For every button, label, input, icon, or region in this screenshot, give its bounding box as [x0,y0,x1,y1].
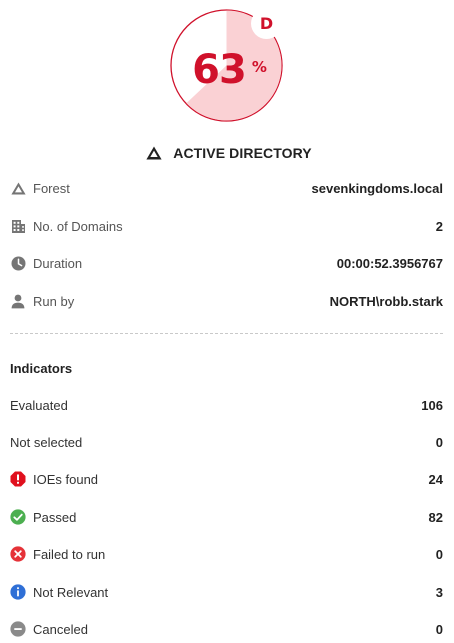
passed-label: Passed [33,509,77,525]
indicator-row-not-relevant: Not Relevant 3 [10,582,443,602]
failed-to-run-value: 0 [435,546,443,562]
forest-label: Forest [33,180,70,196]
not-selected-value: 0 [435,434,443,450]
section-title-text: ACTIVE DIRECTORY [173,145,312,161]
passed-value: 82 [428,509,443,525]
indicator-row-failed-to-run: Failed to run 0 [10,544,443,564]
domains-value: 2 [435,218,443,234]
run-by-label: Run by [33,293,75,309]
minus-circle-icon [10,621,26,637]
building-icon [10,218,26,234]
not-relevant-label: Not Relevant [33,584,109,600]
canceled-value: 0 [435,621,443,637]
indicator-row-evaluated: Evaluated 106 [10,395,443,415]
error-octagon-icon [10,471,26,487]
indicator-row-passed: Passed 82 [10,507,443,527]
score-number: 63 [192,46,247,93]
clock-icon [10,255,26,271]
evaluated-value: 106 [421,397,443,413]
not-selected-label: Not selected [10,434,83,450]
x-circle-icon [10,546,26,562]
indicators-heading: Indicators [10,360,73,376]
canceled-label: Canceled [33,621,88,637]
forest-value: sevenkingdoms.local [311,180,444,196]
indicator-row-not-selected: Not selected 0 [10,432,443,452]
grade-badge: D [251,8,282,39]
duration-value: 00:00:52.3956767 [336,255,443,271]
failed-to-run-label: Failed to run [33,546,106,562]
ioes-found-value: 24 [428,471,443,487]
duration-label: Duration [33,255,83,271]
info-row-duration: Duration 00:00:52.3956767 [10,253,443,273]
domains-label: No. of Domains [33,218,123,234]
section-divider [10,333,443,334]
info-row-run-by: Run by NORTH\robb.stark [10,291,443,311]
ioes-found-label: IOEs found [33,471,99,487]
score-unit: % [251,57,267,76]
warning-triangle-icon [146,146,162,160]
check-circle-icon [10,509,26,525]
info-circle-icon [10,584,26,600]
indicator-row-ioes-found: IOEs found 24 [10,469,443,489]
indicator-row-canceled: Canceled 0 [10,619,443,639]
run-by-value: NORTH\robb.stark [329,293,443,309]
user-icon [10,293,26,309]
info-row-domains: No. of Domains 2 [10,216,443,236]
section-title: ACTIVE DIRECTORY [0,143,454,163]
not-relevant-value: 3 [435,584,443,600]
info-row-forest: Forest sevenkingdoms.local [10,178,443,198]
evaluated-label: Evaluated [10,397,68,413]
forest-triangle-icon [10,180,26,196]
